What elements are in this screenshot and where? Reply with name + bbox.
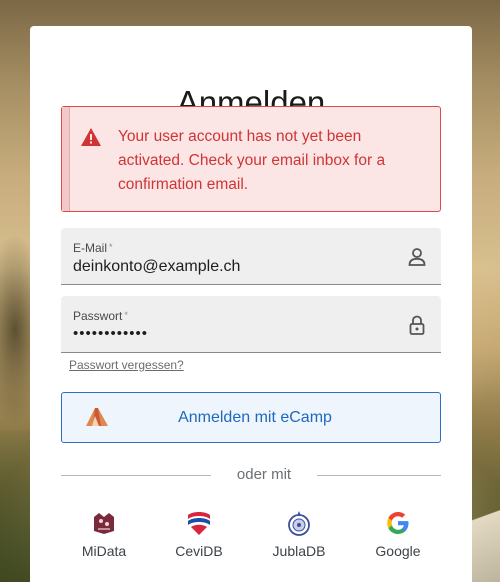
password-input[interactable]: •••••••••••• bbox=[73, 325, 148, 342]
ecamp-login-button[interactable]: Anmelden mit eCamp bbox=[61, 392, 441, 443]
divider-line-left bbox=[61, 475, 211, 476]
warning-icon bbox=[81, 128, 101, 146]
divider-line-right bbox=[317, 475, 441, 476]
jubladb-icon bbox=[288, 511, 310, 536]
forgot-password-link[interactable]: Passwort vergessen? bbox=[69, 358, 184, 372]
google-label: Google bbox=[375, 543, 421, 559]
divider-text: oder mit bbox=[236, 466, 292, 483]
jubladb-login-button[interactable]: JublaDB bbox=[254, 509, 344, 561]
google-login-button[interactable]: Google bbox=[353, 509, 443, 561]
password-field[interactable]: Passwort * •••••••••••• bbox=[61, 296, 441, 353]
midata-login-button[interactable]: MiData bbox=[59, 509, 149, 561]
required-mark: * bbox=[124, 310, 128, 320]
cevidb-label: CeviDB bbox=[175, 543, 223, 559]
login-card: Anmelden Your user account has not yet b… bbox=[30, 26, 472, 582]
midata-label: MiData bbox=[81, 543, 127, 559]
lock-icon bbox=[409, 315, 425, 335]
jubladb-label: JublaDB bbox=[272, 543, 326, 559]
ecamp-button-label: Anmelden mit eCamp bbox=[178, 409, 332, 426]
error-alert: Your user account has not yet been activ… bbox=[61, 106, 441, 212]
cevidb-login-button[interactable]: CeviDB bbox=[154, 509, 244, 561]
password-label: Passwort * bbox=[73, 309, 128, 323]
email-field[interactable]: E-Mail * deinkonto@example.ch bbox=[61, 228, 441, 285]
person-icon bbox=[408, 248, 426, 266]
email-label: E-Mail * bbox=[73, 241, 113, 255]
alert-message: Your user account has not yet been activ… bbox=[118, 128, 386, 193]
email-input[interactable]: deinkonto@example.ch bbox=[73, 258, 240, 276]
alert-accent-bar bbox=[62, 107, 70, 211]
cevidb-icon bbox=[188, 512, 210, 535]
required-mark: * bbox=[109, 242, 113, 252]
google-icon bbox=[387, 512, 409, 534]
midata-icon bbox=[94, 513, 114, 534]
